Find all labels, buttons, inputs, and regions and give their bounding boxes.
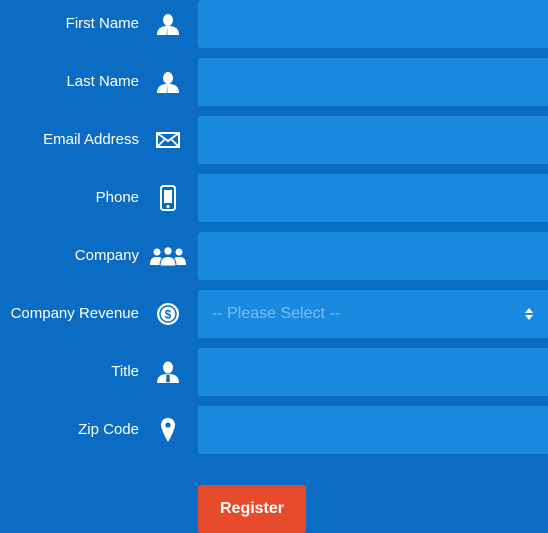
phone-label: Phone bbox=[95, 189, 139, 206]
email-row: Email Address bbox=[0, 116, 548, 164]
first-name-row: First Name bbox=[0, 0, 548, 48]
phone-field[interactable] bbox=[198, 174, 548, 222]
last-name-label: Last Name bbox=[66, 73, 139, 90]
user-tie-icon bbox=[150, 356, 186, 388]
svg-text:$: $ bbox=[165, 308, 172, 322]
first-name-label: First Name bbox=[65, 15, 139, 32]
company-row: Company bbox=[0, 232, 548, 280]
company-field[interactable] bbox=[198, 232, 548, 280]
title-field[interactable] bbox=[198, 348, 548, 396]
company-revenue-select[interactable]: -- Please Select -- bbox=[198, 290, 548, 338]
map-pin-icon bbox=[150, 414, 186, 446]
email-field[interactable] bbox=[198, 116, 548, 164]
envelope-icon bbox=[150, 124, 186, 156]
phone-row: Phone bbox=[0, 174, 548, 222]
smartphone-icon bbox=[150, 182, 186, 214]
last-name-field[interactable] bbox=[198, 58, 548, 106]
company-label: Company bbox=[74, 247, 139, 264]
dollar-circle-icon: $ bbox=[150, 298, 186, 330]
zip-code-row: Zip Code bbox=[0, 406, 548, 454]
email-label: Email Address bbox=[43, 131, 139, 148]
first-name-field[interactable] bbox=[198, 0, 548, 48]
company-revenue-label: Company Revenue bbox=[10, 305, 139, 322]
user-icon bbox=[150, 8, 186, 40]
user-icon bbox=[150, 66, 186, 98]
title-label: Title bbox=[111, 363, 139, 380]
zip-code-label: Zip Code bbox=[78, 421, 139, 438]
registration-form: First Name Last Name Email Address Phone… bbox=[0, 0, 548, 533]
register-button[interactable]: Register bbox=[198, 485, 306, 533]
zip-code-field[interactable] bbox=[198, 406, 548, 454]
company-revenue-row: Company Revenue $ -- Please Select -- bbox=[0, 290, 548, 338]
group-icon bbox=[150, 240, 186, 272]
title-row: Title bbox=[0, 348, 548, 396]
last-name-row: Last Name bbox=[0, 58, 548, 106]
company-revenue-selected: -- Please Select -- bbox=[212, 305, 341, 322]
select-arrows-icon bbox=[524, 307, 534, 321]
